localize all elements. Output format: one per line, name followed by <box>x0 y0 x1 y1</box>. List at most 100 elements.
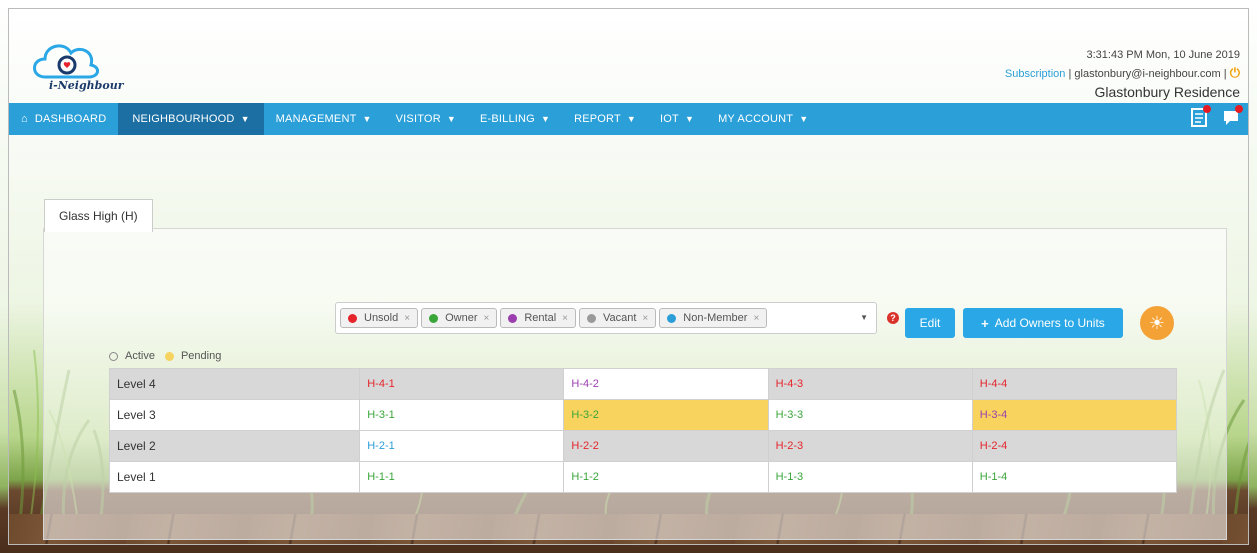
plus-icon: + <box>981 315 989 331</box>
purple-dot-icon <box>508 313 518 323</box>
chip-label: Vacant <box>602 312 637 324</box>
chip-label: Non-Member <box>683 312 748 324</box>
power-icon[interactable]: ⏻ <box>1230 65 1240 80</box>
notes-icon[interactable] <box>1190 105 1211 129</box>
level-label: Level 1 <box>108 461 361 493</box>
nav-label: MY ACCOUNT <box>718 113 794 125</box>
header: i-Neighbour 3:31:43 PM Mon, 10 June 2019… <box>9 9 1248 103</box>
grey-dot-icon <box>586 313 596 323</box>
caret-down-icon: ▼ <box>626 114 637 124</box>
help-icon[interactable]: ? <box>887 312 899 324</box>
nav-label: VISITOR <box>395 113 441 125</box>
unit-cell[interactable]: H-2-1 <box>359 430 565 462</box>
chip-unsold: Unsold × <box>340 308 419 328</box>
logo-text: i-Neighbour <box>49 79 124 92</box>
current-datetime: 3:31:43 PM Mon, 10 June 2019 <box>1086 49 1241 61</box>
unit-cell[interactable]: H-4-1 <box>359 368 565 400</box>
home-icon: ⌂ <box>21 113 28 125</box>
nav-management[interactable]: MANAGEMENT ▼ <box>264 103 384 135</box>
table-row: Level 3 H-3-1 H-3-2 H-3-3 H-3-4 <box>108 399 1178 431</box>
user-email: glastonbury@i-neighbour.com <box>1074 68 1221 80</box>
legend-active: Active <box>125 350 155 362</box>
unit-cell[interactable]: H-3-2 <box>563 399 769 431</box>
add-owners-button[interactable]: + Add Owners to Units <box>963 308 1123 338</box>
unit-cell[interactable]: H-3-1 <box>359 399 565 431</box>
edit-button[interactable]: Edit <box>905 308 955 338</box>
nav-icon-group <box>1190 105 1243 129</box>
chip-vacant: Vacant × <box>578 308 657 328</box>
separator: | <box>1223 68 1227 80</box>
remove-icon[interactable]: × <box>484 313 490 324</box>
chip-non-member: Non-Member × <box>659 308 768 328</box>
tab-glass-high[interactable]: Glass High (H) <box>44 199 153 232</box>
nav-label: NEIGHBOURHOOD <box>132 113 235 125</box>
remove-icon[interactable]: × <box>404 313 410 324</box>
caret-down-icon: ▼ <box>684 114 695 124</box>
unit-cell[interactable]: H-3-4 <box>971 399 1178 431</box>
caret-down-icon[interactable]: ▼ <box>860 313 868 322</box>
chip-owner: Owner × <box>421 308 498 328</box>
main-nav: ⌂ DASHBOARD NEIGHBOURHOOD ▼ MANAGEMENT ▼… <box>9 103 1248 135</box>
notification-badge <box>1235 105 1243 113</box>
red-dot-icon <box>348 313 357 323</box>
unit-cell[interactable]: H-3-3 <box>767 399 973 431</box>
nav-e-billing[interactable]: E-BILLING ▼ <box>468 103 562 135</box>
unit-cell[interactable]: H-2-3 <box>767 430 973 462</box>
nav-report[interactable]: REPORT ▼ <box>562 103 648 135</box>
nav-label: DASHBOARD <box>34 113 107 125</box>
table-row: Level 2 H-2-1 H-2-2 H-2-3 H-2-4 <box>108 430 1178 462</box>
subscription-link[interactable]: Subscription <box>1005 68 1066 80</box>
unit-cell[interactable]: H-4-2 <box>563 368 769 400</box>
chip-label: Owner <box>445 312 478 324</box>
level-label: Level 3 <box>108 399 361 431</box>
unit-cell[interactable]: H-1-3 <box>767 461 973 493</box>
chip-rental: Rental × <box>500 308 576 328</box>
caret-down-icon: ▼ <box>799 114 809 124</box>
table-row: Level 1 H-1-1 H-1-2 H-1-3 H-1-4 <box>108 461 1178 493</box>
residence-name: Glastonbury Residence <box>1094 84 1240 100</box>
unit-grid: Level 4 H-4-1 H-4-2 H-4-3 H-4-4 Level 3 … <box>108 368 1178 493</box>
unit-cell[interactable]: H-4-4 <box>971 368 1178 400</box>
legend: Active Pending <box>109 350 221 362</box>
nav-my-account[interactable]: MY ACCOUNT ▼ <box>706 103 820 135</box>
header-info: 3:31:43 PM Mon, 10 June 2019 Subscriptio… <box>1005 49 1240 100</box>
legend-pending: Pending <box>180 350 222 362</box>
caret-down-icon: ▼ <box>446 114 456 124</box>
table-row: Level 4 H-4-1 H-4-2 H-4-3 H-4-4 <box>108 368 1178 400</box>
account-line: Subscription | glastonbury@i-neighbour.c… <box>1005 65 1240 81</box>
pending-circle-icon <box>164 351 174 361</box>
unit-cell[interactable]: H-4-3 <box>767 368 973 400</box>
chat-icon[interactable] <box>1222 105 1243 129</box>
nav-iot[interactable]: IOT ▼ <box>648 103 706 135</box>
unit-cell[interactable]: H-1-4 <box>971 461 1178 493</box>
chip-label: Unsold <box>364 312 399 324</box>
green-dot-icon <box>429 313 439 323</box>
remove-icon[interactable]: × <box>642 313 648 324</box>
remove-icon[interactable]: × <box>562 313 568 324</box>
chip-label: Rental <box>524 312 557 324</box>
unit-cell[interactable]: H-1-2 <box>563 461 769 493</box>
nav-label: MANAGEMENT <box>275 113 357 125</box>
app-frame: i-Neighbour 3:31:43 PM Mon, 10 June 2019… <box>8 8 1249 545</box>
notification-badge <box>1203 105 1211 113</box>
active-circle-icon <box>109 351 118 361</box>
blue-dot-icon <box>667 313 677 323</box>
nav-label: E-BILLING <box>479 113 535 125</box>
separator: | <box>1068 68 1072 80</box>
unit-cell[interactable]: H-1-1 <box>359 461 565 493</box>
level-label: Level 4 <box>108 368 361 400</box>
nav-dashboard[interactable]: ⌂ DASHBOARD <box>9 103 118 135</box>
add-owners-label: Add Owners to Units <box>994 316 1105 330</box>
caret-down-icon: ▼ <box>540 114 551 124</box>
remove-icon[interactable]: × <box>753 313 759 324</box>
nav-label: REPORT <box>574 113 621 125</box>
unit-cell[interactable]: H-2-4 <box>971 430 1178 462</box>
nav-neighbourhood[interactable]: NEIGHBOURHOOD ▼ <box>118 103 264 135</box>
nav-visitor[interactable]: VISITOR ▼ <box>384 103 468 135</box>
status-filter-select[interactable]: Unsold × Owner × Rental × Vacant × Non-M… <box>335 302 877 334</box>
unit-cell[interactable]: H-2-2 <box>563 430 769 462</box>
nav-label: IOT <box>660 113 679 125</box>
caret-down-icon: ▼ <box>362 114 372 124</box>
lightbulb-icon[interactable]: ☀ <box>1140 306 1174 340</box>
caret-down-icon: ▼ <box>240 114 250 124</box>
